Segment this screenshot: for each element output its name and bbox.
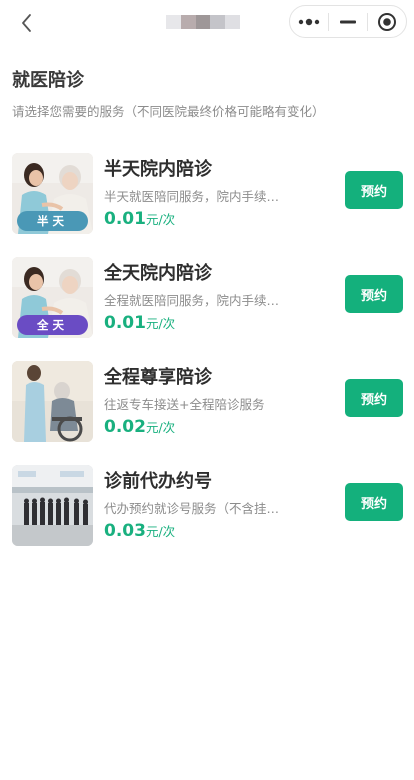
title-pixel — [210, 15, 226, 29]
hospital-queue-photo-icon — [12, 465, 93, 546]
more-dots-icon — [298, 18, 320, 25]
service-price: 0.03 元/次 — [104, 521, 175, 541]
price-value: 0.03 — [104, 521, 146, 541]
close-button[interactable] — [368, 6, 406, 37]
price-value: 0.01 — [104, 209, 146, 229]
price-value: 0.02 — [104, 417, 146, 437]
service-item-premium[interactable]: 全程尊享陪诊 往返专车接送+全程陪诊服务 0.02 元/次 预约 — [0, 360, 414, 464]
service-list: 半天 半天院内陪诊 半天就医陪同服务，院内手续全程陪同 0.01 元/次 预约 … — [0, 152, 414, 568]
service-item-half-day[interactable]: 半天 半天院内陪诊 半天就医陪同服务，院内手续全程陪同 0.01 元/次 预约 — [0, 152, 414, 256]
badge-half-day: 半天 — [17, 211, 88, 231]
service-price: 0.01 元/次 — [104, 313, 175, 333]
minimize-button[interactable] — [329, 6, 367, 37]
price-unit: 元/次 — [145, 524, 176, 539]
book-button[interactable]: 预约 — [345, 379, 403, 417]
target-close-icon — [378, 12, 396, 31]
service-description: 代办预约就诊号服务（不含挂号费用） — [104, 501, 289, 516]
book-button[interactable]: 预约 — [345, 171, 403, 209]
service-name: 全程尊享陪诊 — [104, 367, 212, 388]
price-unit: 元/次 — [145, 316, 176, 331]
nurse-elder-illustration-icon: 半天 — [12, 153, 93, 234]
service-description: 半天就医陪同服务，院内手续全程陪同 — [104, 189, 289, 204]
nav-bar — [0, 0, 414, 44]
service-description: 全程就医陪同服务，院内手续全程陪同 — [104, 293, 289, 308]
service-item-full-day[interactable]: 全天 全天院内陪诊 全程就医陪同服务，院内手续全程陪同 0.01 元/次 预约 — [0, 256, 414, 360]
section-subtitle: 请选择您需要的服务（不同医院最终价格可能略有变化） — [12, 104, 325, 119]
back-button[interactable] — [14, 10, 40, 36]
service-name: 诊前代办约号 — [104, 471, 212, 492]
title-pixel — [180, 15, 196, 29]
title-pixel — [195, 15, 211, 29]
chevron-left-icon — [22, 14, 31, 32]
price-unit: 元/次 — [145, 212, 176, 227]
mini-program-capsule — [289, 5, 407, 38]
service-price: 0.02 元/次 — [104, 417, 175, 437]
price-value: 0.01 — [104, 313, 146, 333]
nurse-elder-illustration-icon: 全天 — [12, 257, 93, 338]
service-item-booking-agent[interactable]: 诊前代办约号 代办预约就诊号服务（不含挂号费用） 0.03 元/次 预约 — [0, 464, 414, 568]
service-description: 往返专车接送+全程陪诊服务 — [104, 397, 265, 412]
badge-full-day: 全天 — [17, 315, 88, 335]
minus-icon — [340, 20, 356, 23]
title-pixel — [166, 15, 181, 29]
price-unit: 元/次 — [145, 420, 176, 435]
service-name: 全天院内陪诊 — [104, 263, 212, 284]
service-name: 半天院内陪诊 — [104, 159, 212, 180]
book-button[interactable]: 预约 — [345, 275, 403, 313]
book-button[interactable]: 预约 — [345, 483, 403, 521]
wheelchair-caregiver-photo-icon — [12, 361, 93, 442]
more-button[interactable] — [290, 6, 328, 37]
section-title: 就医陪诊 — [12, 70, 84, 91]
title-pixel — [225, 15, 240, 29]
page-title-blurred — [166, 15, 240, 29]
service-price: 0.01 元/次 — [104, 209, 175, 229]
